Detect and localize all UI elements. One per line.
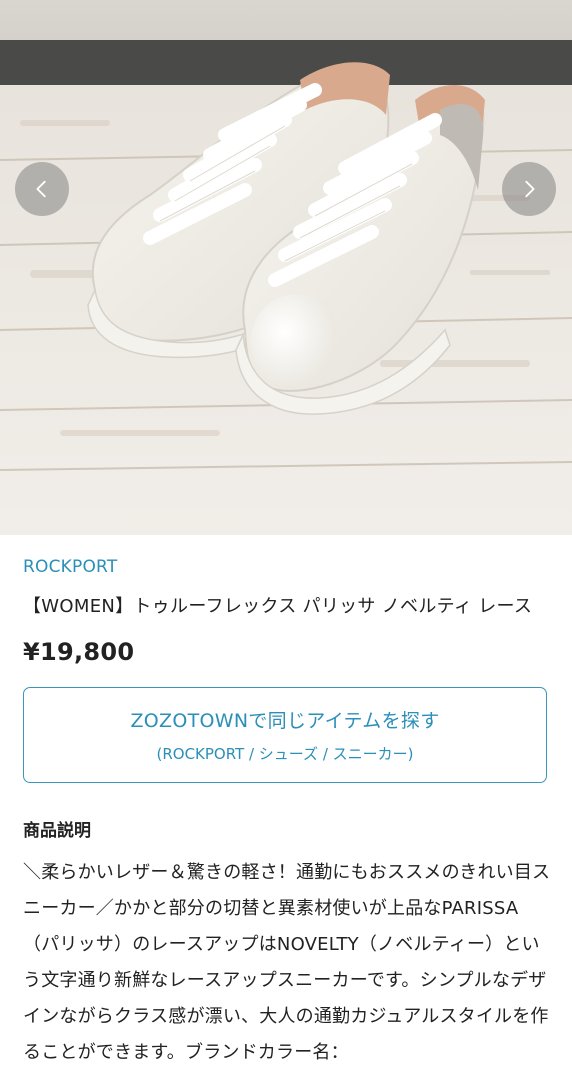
chevron-right-icon	[525, 180, 535, 198]
carousel-prev-button[interactable]	[15, 162, 69, 216]
product-info: ROCKPORT 【WOMEN】トゥルーフレックス パリッサ ノベルティ レース…	[23, 535, 551, 1071]
find-same-item-label: ZOZOTOWNで同じアイテムを探す	[130, 710, 440, 732]
chevron-left-icon	[36, 180, 46, 198]
brand-link[interactable]: ROCKPORT	[23, 557, 551, 577]
product-photo	[0, 0, 572, 535]
product-page: ROCKPORT 【WOMEN】トゥルーフレックス パリッサ ノベルティ レース…	[0, 0, 572, 1080]
carousel-next-button[interactable]	[502, 162, 556, 216]
description-heading: 商品説明	[23, 821, 91, 841]
product-price: ¥19,800	[23, 638, 135, 666]
find-same-item-button[interactable]: ZOZOTOWNで同じアイテムを探す (ROCKPORT / シューズ / スニ…	[23, 687, 547, 783]
product-image-carousel[interactable]	[0, 0, 572, 535]
find-same-item-category: (ROCKPORT / シューズ / スニーカー)	[156, 745, 414, 763]
description-text: ＼柔らかいレザー＆驚きの軽さ！通勤にもおススメのきれい目スニーカー／かかと部分の…	[23, 862, 551, 1063]
product-title: 【WOMEN】トゥルーフレックス パリッサ ノベルティ レース	[23, 596, 533, 617]
